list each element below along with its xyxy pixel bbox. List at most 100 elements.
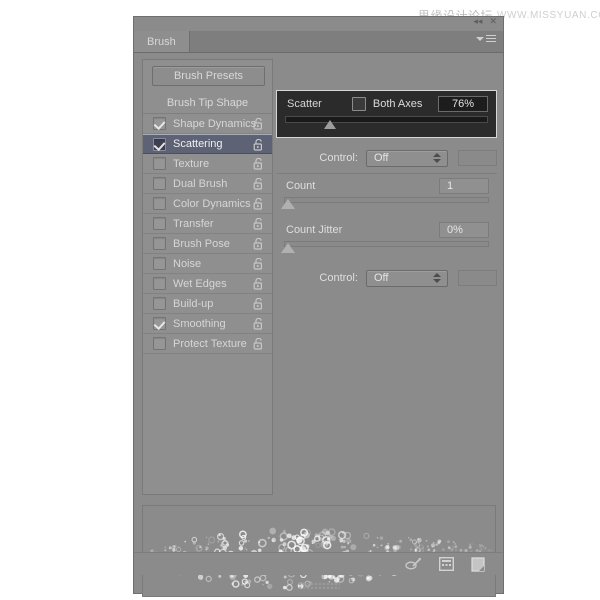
brush-option-brush-pose[interactable]: Brush Pose (143, 234, 272, 254)
option-checkbox[interactable] (153, 257, 166, 270)
chevron-down-icon (476, 36, 484, 41)
count-jitter-slider[interactable] (276, 241, 497, 256)
count-slider[interactable] (276, 197, 497, 212)
brush-option-dual-brush[interactable]: Dual Brush (143, 174, 272, 194)
scatter-slider-track[interactable] (285, 116, 488, 123)
brush-presets-button[interactable]: Brush Presets (152, 66, 265, 86)
lock-open-icon[interactable] (253, 278, 264, 290)
new-brush-icon[interactable] (471, 556, 485, 572)
option-checkbox[interactable] (153, 217, 166, 230)
brush-option-protect-texture[interactable]: Protect Texture (143, 334, 272, 354)
panel-tabstrip: Brush (134, 31, 503, 53)
brush-option-smoothing[interactable]: Smoothing (143, 314, 272, 334)
count-control-row: Control: Off (276, 265, 497, 291)
panel-body: Brush Presets Brush Tip Shape Shape Dyna… (134, 53, 503, 597)
watermark-en: WWW.MISSYUAN.COM (497, 9, 600, 21)
option-label: Transfer (173, 217, 214, 230)
count-slider-track[interactable] (284, 197, 489, 203)
scatter-row: Scatter Both Axes 76% (277, 91, 496, 116)
option-label: Noise (173, 257, 202, 270)
brush-option-shape-dynamics[interactable]: Shape Dynamics (143, 114, 272, 134)
scatter-control-row: Control: Off (276, 145, 497, 171)
count-control-extra-field (458, 270, 497, 286)
lock-open-icon[interactable] (253, 158, 264, 170)
count-row: Count 1 (276, 175, 497, 197)
brush-presets-wrap: Brush Presets (143, 60, 272, 93)
lock-open-icon[interactable] (253, 218, 264, 230)
hamburger-icon (486, 35, 496, 42)
brush-option-build-up[interactable]: Build-up (143, 294, 272, 314)
toggle-brush-panel-icon[interactable] (439, 557, 454, 571)
scatter-slider[interactable] (277, 116, 496, 132)
count-jitter-slider-thumb[interactable] (281, 243, 296, 253)
stepper-arrows-icon[interactable] (433, 152, 442, 163)
count-jitter-group: Count Jitter 0% (276, 219, 497, 256)
scatter-control-label: Control: (319, 152, 358, 164)
count-label: Count (286, 180, 316, 192)
option-label: Protect Texture (173, 337, 247, 350)
close-icon[interactable]: ✕ (489, 17, 497, 26)
brush-presets-label: Brush Presets (173, 70, 244, 82)
panel-titlebar: ◂◂ ✕ (134, 17, 503, 31)
option-checkbox[interactable] (153, 177, 166, 190)
scatter-label: Scatter (287, 97, 322, 110)
option-checkbox[interactable] (153, 317, 166, 330)
panel-window-controls[interactable]: ◂◂ ✕ (473, 17, 497, 26)
both-axes-label: Both Axes (372, 97, 423, 110)
count-control-label: Control: (319, 272, 358, 284)
collapse-to-icons-icon[interactable]: ◂◂ (473, 17, 482, 26)
scatter-control-select[interactable]: Off (365, 149, 449, 167)
option-label: Brush Pose (173, 237, 230, 250)
option-checkbox[interactable] (153, 337, 166, 350)
both-axes-checkbox[interactable] (351, 96, 366, 111)
count-control-select[interactable]: Off (365, 269, 449, 287)
brush-option-scattering[interactable]: Scattering (143, 134, 272, 154)
brush-tip-shape-item[interactable]: Brush Tip Shape (143, 93, 272, 114)
lock-open-icon[interactable] (253, 198, 264, 210)
resize-grip[interactable] (297, 582, 340, 589)
option-label: Smoothing (173, 317, 226, 330)
option-checkbox[interactable] (153, 137, 166, 151)
count-jitter-slider-track[interactable] (284, 241, 489, 247)
lock-open-icon[interactable] (253, 139, 264, 151)
scatter-control-extra-field (458, 150, 497, 166)
count-group: Count 1 (276, 175, 497, 212)
tab-brush-label: Brush (147, 35, 176, 48)
brush-option-wet-edges[interactable]: Wet Edges (143, 274, 272, 294)
option-label: Color Dynamics (173, 197, 251, 210)
scatter-value-field[interactable]: 76% (438, 95, 488, 112)
option-label: Scattering (173, 138, 223, 150)
stepper-arrows-icon[interactable] (433, 272, 442, 283)
option-label: Texture (173, 157, 210, 170)
count-value-field[interactable]: 1 (439, 178, 489, 194)
option-checkbox[interactable] (153, 197, 166, 210)
lock-open-icon[interactable] (253, 318, 264, 330)
divider (276, 173, 497, 174)
scatter-slider-thumb[interactable] (323, 120, 336, 129)
lock-open-icon[interactable] (253, 298, 264, 310)
count-slider-thumb[interactable] (281, 199, 296, 209)
option-checkbox[interactable] (153, 297, 166, 310)
option-checkbox[interactable] (153, 117, 166, 130)
brush-option-texture[interactable]: Texture (143, 154, 272, 174)
lock-open-icon[interactable] (253, 258, 264, 270)
lock-open-icon[interactable] (253, 118, 264, 130)
option-checkbox[interactable] (153, 237, 166, 250)
option-checkbox[interactable] (153, 277, 166, 290)
count-control-value: Off (373, 272, 389, 284)
tab-brush[interactable]: Brush (134, 31, 190, 52)
brush-option-transfer[interactable]: Transfer (143, 214, 272, 234)
lock-open-icon[interactable] (253, 338, 264, 350)
option-checkbox[interactable] (153, 157, 166, 170)
brush-options-list: Brush Presets Brush Tip Shape Shape Dyna… (142, 59, 273, 495)
brush-option-color-dynamics[interactable]: Color Dynamics (143, 194, 272, 214)
count-jitter-value-field[interactable]: 0% (439, 222, 489, 238)
create-new-brush-from-settings-icon[interactable] (405, 557, 422, 572)
brush-tip-shape-label: Brush Tip Shape (166, 97, 249, 109)
brush-option-noise[interactable]: Noise (143, 254, 272, 274)
lock-open-icon[interactable] (253, 178, 264, 190)
count-jitter-row: Count Jitter 0% (276, 219, 497, 241)
option-label: Build-up (173, 297, 214, 310)
lock-open-icon[interactable] (253, 238, 264, 250)
panel-menu-icon[interactable] (476, 35, 496, 42)
